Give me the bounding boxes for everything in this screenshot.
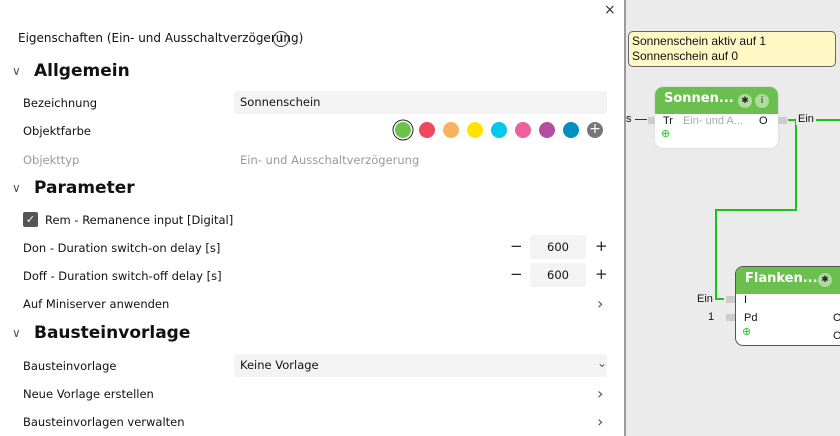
don-label: Don - Duration switch-on delay [s]	[23, 241, 221, 255]
color-swatch[interactable]	[467, 122, 483, 138]
output-o[interactable]: O	[833, 330, 840, 342]
section-parameter[interactable]: Parameter	[34, 178, 135, 198]
note-line: Sonnenschein aktiv auf 1	[632, 34, 767, 48]
block-sonnenschein[interactable]: Sonnen... ✱ i Tr Ein- und A... O ⊕	[655, 87, 778, 148]
info-icon[interactable]: i	[755, 94, 769, 108]
don-decrement-button[interactable]: −	[510, 237, 523, 255]
objekttyp-label: Objekttyp	[23, 153, 80, 167]
gear-icon[interactable]: ✱	[818, 273, 832, 287]
color-swatch[interactable]	[515, 122, 531, 138]
doff-increment-button[interactable]: +	[595, 265, 608, 283]
bezeichnung-label: Bezeichnung	[23, 96, 98, 110]
input-pd[interactable]: Pd	[744, 312, 757, 324]
logic-canvas[interactable]: Sonnenschein aktiv auf 1 Sonnenschein au…	[624, 0, 840, 436]
input-tr[interactable]: Tr	[663, 115, 673, 127]
color-swatch[interactable]	[539, 122, 555, 138]
output-o[interactable]: O	[759, 115, 768, 127]
block-flanken[interactable]: Flanken... ✱ I Pd O ⊕ O	[735, 266, 840, 346]
info-icon[interactable]: i	[273, 31, 289, 47]
chevron-down-icon[interactable]: ⌄	[597, 356, 607, 370]
don-increment-button[interactable]: +	[595, 237, 608, 255]
block-title: Sonnen...	[664, 91, 734, 106]
output-o[interactable]: O	[833, 312, 840, 324]
chevron-right-icon[interactable]: ›	[597, 294, 603, 313]
input-i[interactable]: I	[744, 294, 747, 306]
doff-decrement-button[interactable]: −	[510, 265, 523, 283]
section-bausteinvorlage[interactable]: Bausteinvorlage	[34, 323, 190, 343]
color-swatch[interactable]	[419, 122, 435, 138]
input-label: s	[626, 113, 632, 125]
add-input-icon[interactable]: ⊕	[661, 127, 670, 140]
block-description: Ein- und A...	[683, 115, 743, 127]
objekttyp-value: Ein- und Ausschaltverzögerung	[240, 153, 420, 167]
don-input[interactable]: 600	[530, 235, 586, 259]
collapse-params-icon[interactable]: ∨	[12, 181, 21, 195]
block-title: Flanken...	[745, 271, 818, 286]
manage-templates-link[interactable]: Bausteinvorlagen verwalten	[23, 415, 185, 429]
add-input-icon[interactable]: ⊕	[742, 325, 751, 338]
apply-miniserver-link[interactable]: Auf Miniserver anwenden	[23, 297, 169, 311]
add-color-button[interactable]: +	[587, 122, 603, 138]
input-label: Ein	[697, 293, 713, 305]
doff-label: Doff - Duration switch-off delay [s]	[23, 269, 222, 283]
chevron-right-icon[interactable]: ›	[597, 384, 603, 403]
color-swatch[interactable]	[563, 122, 579, 138]
collapse-template-icon[interactable]: ∨	[12, 326, 21, 340]
doff-input[interactable]: 600	[530, 263, 586, 287]
comment-note[interactable]: Sonnenschein aktiv auf 1 Sonnenschein au…	[628, 31, 836, 67]
output-label: Ein	[796, 113, 816, 125]
objektfarbe-label: Objektfarbe	[23, 124, 91, 138]
close-button[interactable]: ×	[604, 2, 616, 18]
bezeichnung-input[interactable]: Sonnenschein	[234, 91, 607, 114]
chevron-right-icon[interactable]: ›	[597, 412, 603, 431]
rem-checkbox[interactable]: ✓	[23, 212, 38, 227]
pd-value: 1	[708, 311, 715, 323]
properties-panel: × Eigenschaften (Ein- und Ausschaltverzö…	[0, 0, 624, 436]
color-swatch[interactable]	[443, 122, 459, 138]
collapse-general-icon[interactable]: ∨	[12, 64, 21, 78]
note-line: Sonnenschein auf 0	[632, 49, 739, 63]
gear-icon[interactable]: ✱	[738, 94, 752, 108]
color-swatch[interactable]	[491, 122, 507, 138]
color-swatch[interactable]	[395, 122, 411, 138]
panel-title: Eigenschaften (Ein- und Ausschaltverzöge…	[18, 31, 304, 45]
template-select[interactable]: Keine Vorlage	[234, 354, 607, 377]
template-label: Bausteinvorlage	[23, 359, 117, 373]
new-template-link[interactable]: Neue Vorlage erstellen	[23, 387, 154, 401]
rem-label: Rem - Remanence input [Digital]	[45, 213, 234, 227]
section-general[interactable]: Allgemein	[34, 61, 130, 81]
